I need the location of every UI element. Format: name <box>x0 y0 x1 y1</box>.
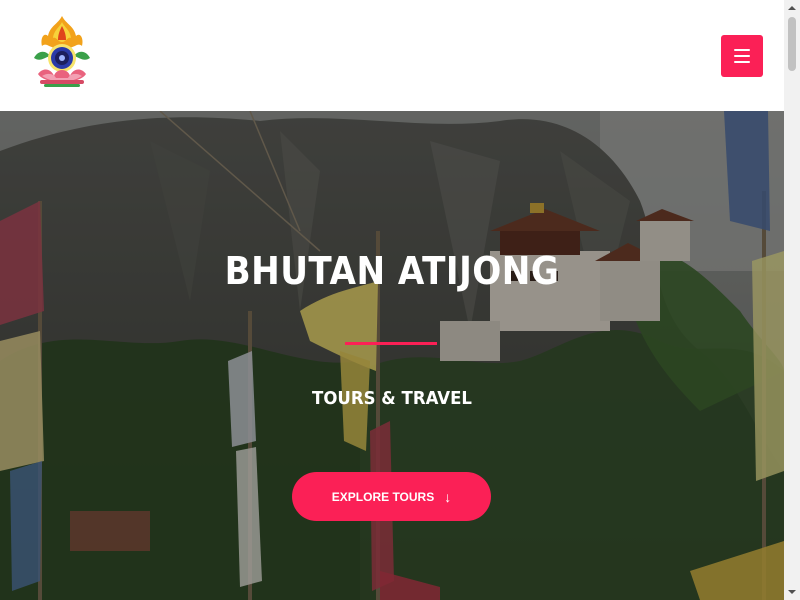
explore-tours-button[interactable]: EXPLORE TOURS ↓ <box>292 472 491 521</box>
menu-button[interactable] <box>721 35 763 77</box>
chevron-up-icon <box>788 6 796 10</box>
chevron-down-icon <box>788 590 796 594</box>
scroll-up-button[interactable] <box>784 0 800 16</box>
scrollbar-thumb[interactable] <box>788 17 796 71</box>
scroll-down-button[interactable] <box>784 584 800 600</box>
site-header <box>0 0 784 111</box>
arrow-down-icon: ↓ <box>444 488 452 505</box>
vertical-scrollbar[interactable] <box>784 0 800 600</box>
page: BHUTAN ATIJONG TOURS & TRAVEL EXPLORE TO… <box>0 0 784 600</box>
hamburger-menu-icon <box>734 49 750 51</box>
hamburger-bar <box>734 55 750 57</box>
explore-tours-label: EXPLORE TOURS <box>331 489 435 504</box>
hero-section: BHUTAN ATIJONG TOURS & TRAVEL EXPLORE TO… <box>0 111 784 600</box>
hero-subtitle: TOURS & TRAVEL <box>312 388 472 409</box>
hero-title: BHUTAN ATIJONG <box>224 249 560 293</box>
hamburger-bar <box>734 61 750 63</box>
hero-divider <box>345 342 437 345</box>
hero-overlay <box>0 111 784 600</box>
lotus-emblem-icon <box>34 16 90 87</box>
logo[interactable] <box>28 14 96 90</box>
